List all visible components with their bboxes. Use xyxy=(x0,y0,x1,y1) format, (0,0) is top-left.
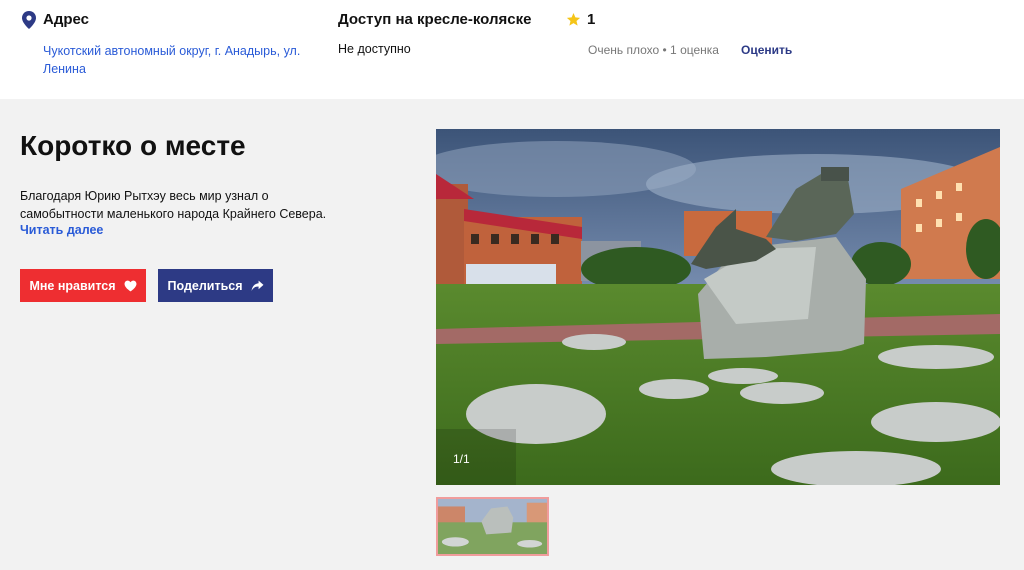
monument-photo xyxy=(436,129,1000,485)
place-description: Благодаря Юрию Рытхэу весь мир узнал о с… xyxy=(20,189,327,221)
location-pin-icon xyxy=(22,11,36,29)
photo-counter: 1/1 xyxy=(453,452,470,466)
heart-icon xyxy=(124,280,137,291)
like-button[interactable]: Мне нравится xyxy=(20,269,146,302)
share-button-label: Поделиться xyxy=(167,278,243,293)
section-title: Коротко о месте xyxy=(20,130,246,161)
read-more-link[interactable]: Читать далее xyxy=(20,223,103,237)
share-button[interactable]: Поделиться xyxy=(158,269,273,302)
wheelchair-access-value: Не доступно xyxy=(338,42,411,56)
address-title: Адрес xyxy=(43,11,90,28)
rating-value: 1 xyxy=(587,11,596,28)
rate-link[interactable]: Оценить xyxy=(741,43,792,57)
place-info-bar: Адрес Чукотский автономный округ, г. Ана… xyxy=(0,0,1024,99)
like-button-label: Мне нравится xyxy=(29,278,116,293)
share-arrow-icon xyxy=(251,280,263,291)
photo-thumbnail[interactable] xyxy=(436,497,549,556)
place-photo[interactable] xyxy=(436,129,1000,485)
thumbnail-image xyxy=(438,499,547,554)
rating-description: Очень плохо • 1 оценка xyxy=(588,43,719,57)
star-icon xyxy=(566,12,581,26)
wheelchair-access-title: Доступ на кресле-коляске xyxy=(338,11,532,28)
address-link[interactable]: Чукотский автономный округ, г. Анадырь, … xyxy=(43,42,303,78)
